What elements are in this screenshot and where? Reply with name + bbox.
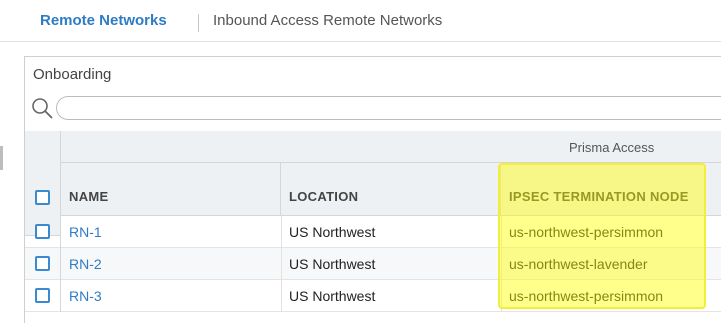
column-group-header: Prisma Access (61, 131, 721, 163)
row-checkbox[interactable] (35, 288, 50, 303)
column-divider (501, 280, 502, 312)
column-header-location[interactable]: LOCATION (281, 163, 501, 216)
row-checkbox[interactable] (35, 256, 50, 271)
select-all-checkbox[interactable] (35, 190, 50, 205)
tab-inbound-access-remote-networks[interactable]: Inbound Access Remote Networks (213, 12, 442, 29)
row-location: US Northwest (289, 288, 376, 304)
tab-divider (198, 14, 199, 32)
row-name-link[interactable]: RN-3 (69, 288, 102, 304)
row-select-cell (25, 248, 61, 280)
search-icon[interactable] (31, 95, 55, 119)
row-name-link[interactable]: RN-1 (69, 224, 102, 240)
column-header-ipsec-termination-node[interactable]: IPSEC TERMINATION NODE (501, 163, 721, 216)
table-row[interactable]: RN-2 US Northwest us-northwest-lavender (25, 248, 721, 280)
column-group-label: Prisma Access (569, 140, 655, 155)
column-header-location-label: LOCATION (289, 189, 359, 204)
side-edge-marker (0, 146, 3, 170)
search-bar (31, 95, 721, 123)
tab-remote-networks[interactable]: Remote Networks (40, 12, 167, 29)
column-divider (281, 248, 282, 280)
table-row[interactable]: RN-3 US Northwest us-northwest-persimmon (25, 280, 721, 312)
panel-title: Onboarding (33, 66, 112, 83)
column-divider (281, 216, 282, 248)
row-name-link[interactable]: RN-2 (69, 256, 102, 272)
row-select-cell (25, 280, 61, 312)
row-select-cell (25, 216, 61, 248)
row-ipsec-node: us-northwest-persimmon (509, 224, 664, 240)
row-ipsec-node: us-northwest-persimmon (509, 288, 664, 304)
tab-bar: Remote Networks Inbound Access Remote Ne… (0, 0, 721, 42)
column-divider (501, 216, 502, 248)
onboarding-panel: Onboarding Prisma Access NAME LOCATION I… (24, 56, 721, 323)
column-header-ipsec-label: IPSEC TERMINATION NODE (509, 189, 689, 204)
row-location: US Northwest (289, 256, 376, 272)
column-divider (501, 248, 502, 280)
column-header-name[interactable]: NAME (61, 163, 281, 216)
row-ipsec-node: us-northwest-lavender (509, 256, 648, 272)
column-header-name-label: NAME (69, 189, 109, 204)
search-input[interactable] (56, 96, 721, 120)
table-row[interactable]: RN-1 US Northwest us-northwest-persimmon (25, 216, 721, 248)
column-divider (281, 280, 282, 312)
row-checkbox[interactable] (35, 224, 50, 239)
row-location: US Northwest (289, 224, 376, 240)
